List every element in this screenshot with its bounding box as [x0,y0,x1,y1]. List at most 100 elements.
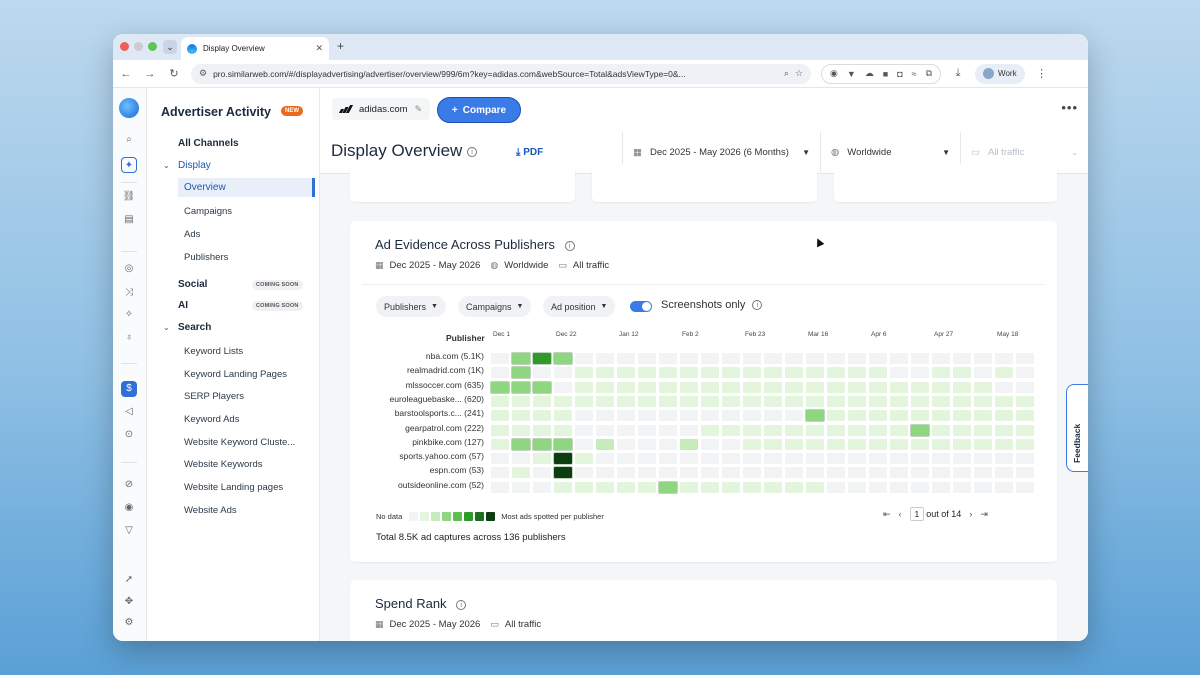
heatmap-cell[interactable] [827,395,845,407]
heatmap-cell[interactable] [638,381,656,393]
extension-icon[interactable]: ≈ [912,69,917,79]
heatmap-cell[interactable] [553,452,573,466]
heatmap-cell[interactable] [974,367,992,379]
heatmap-cell[interactable] [575,467,593,479]
publisher-row-label[interactable]: euroleaguebaske... (620) [389,394,484,404]
heatmap-cell[interactable] [722,381,740,393]
heatmap-cell[interactable] [848,367,866,379]
screenshots-only-toggle[interactable] [630,301,652,312]
publisher-row-label[interactable]: barstoolsports.c... (241) [389,408,484,418]
heatmap-cell[interactable] [806,467,824,479]
heatmap-cell[interactable] [701,438,719,450]
heatmap-cell[interactable] [511,380,531,394]
heatmap-cell[interactable] [890,381,908,393]
gear-icon[interactable]: ⚙ [121,615,137,631]
heatmap-cell[interactable] [533,395,551,407]
heatmap-cell[interactable] [680,438,698,450]
heatmap-cell[interactable] [1016,453,1034,465]
heatmap-cell[interactable] [659,410,677,422]
more-options-icon[interactable]: ••• [1061,100,1078,115]
domain-chip[interactable]: adidas.com ✎ [332,98,431,120]
funnel-icon[interactable]: ▽ [121,523,137,539]
pdf-download-button[interactable]: ⤓ PDF [516,147,543,158]
back-icon[interactable]: ← [119,68,133,80]
heatmap-cell[interactable] [617,395,635,407]
heatmap-cell[interactable] [491,410,509,422]
heatmap-cell[interactable] [911,467,929,479]
heatmap-cell[interactable] [659,424,677,436]
heatmap-cell[interactable] [680,381,698,393]
heatmap-cell[interactable] [764,381,782,393]
prev-page-icon[interactable]: ‹ [899,509,902,519]
search-icon[interactable]: ⌕ [121,132,137,148]
heatmap-cell[interactable] [512,424,530,436]
close-tab-icon[interactable]: ✕ [315,43,323,54]
heatmap-cell[interactable] [932,367,950,379]
heatmap-cell[interactable] [659,367,677,379]
heatmap-cell[interactable] [596,381,614,393]
heatmap-cell[interactable] [910,423,930,437]
heatmap-cell[interactable] [869,367,887,379]
heatmap-cell[interactable] [806,367,824,379]
heatmap-cell[interactable] [491,453,509,465]
heatmap-cell[interactable] [743,424,761,436]
heatmap-cell[interactable] [722,438,740,450]
heatmap-cell[interactable] [722,353,740,364]
heatmap-cell[interactable] [785,467,803,479]
heatmap-cell[interactable] [575,395,593,407]
heatmap-cell[interactable] [617,438,635,450]
heatmap-cell[interactable] [806,438,824,450]
heatmap-cell[interactable] [743,381,761,393]
heatmap-cell[interactable] [701,395,719,407]
heatmap-cell[interactable] [553,352,573,365]
publisher-row-label[interactable]: mlssoccer.com (635) [389,380,484,390]
heatmap-cell[interactable] [869,424,887,436]
heatmap-cell[interactable] [827,381,845,393]
heatmap-cell[interactable] [827,424,845,436]
reload-icon[interactable]: ↻ [167,67,181,80]
heatmap-cell[interactable] [890,353,908,364]
heatmap-cell[interactable] [680,424,698,436]
heatmap-cell[interactable] [764,424,782,436]
heatmap-cell[interactable] [722,453,740,465]
sidebar-item-website-keyword-clusters[interactable]: Website Keyword Cluste... [184,437,295,448]
heatmap-cell[interactable] [911,410,929,422]
heatmap-cell[interactable] [827,481,845,493]
heatmap-cell[interactable] [974,381,992,393]
heatmap-cell[interactable] [617,424,635,436]
heatmap-cell[interactable] [995,481,1013,493]
heatmap-cell[interactable] [658,480,678,494]
heatmap-cell[interactable] [806,395,824,407]
heatmap-cell[interactable] [1016,395,1034,407]
heatmap-cell[interactable] [659,353,677,364]
sparkle-icon[interactable]: ✦ [121,157,137,173]
heatmap-cell[interactable] [617,353,635,364]
heatmap-cell[interactable] [764,467,782,479]
heatmap-cell[interactable] [617,481,635,493]
minimize-window-button[interactable] [134,42,143,51]
heatmap-cell[interactable] [701,410,719,422]
heatmap-cell[interactable] [785,353,803,364]
heatmap-cell[interactable] [680,367,698,379]
heatmap-cell[interactable] [806,381,824,393]
compare-button[interactable]: + Compare [437,97,521,123]
heatmap-cell[interactable] [701,453,719,465]
heatmap-cell[interactable] [659,467,677,479]
heatmap-cell[interactable] [764,367,782,379]
page-number-input[interactable]: 1 [909,507,925,521]
heatmap-cell[interactable] [932,381,950,393]
publisher-row-label[interactable]: nba.com (5.1K) [389,351,484,361]
heatmap-cell[interactable] [890,367,908,379]
heatmap-cell[interactable] [575,438,593,450]
heatmap-cell[interactable] [806,353,824,364]
heatmap-cell[interactable] [785,481,803,493]
target-icon[interactable]: ◉ [121,500,137,516]
heatmap-cell[interactable] [785,395,803,407]
heatmap-cell[interactable] [596,453,614,465]
heatmap-cell[interactable] [995,381,1013,393]
sidebar-item-social[interactable]: Social [178,279,207,290]
heatmap-cell[interactable] [659,438,677,450]
heatmap-cell[interactable] [890,395,908,407]
ai-icon[interactable]: ✧ [121,307,137,323]
publisher-row-label[interactable]: gearpatrol.com (222) [389,423,484,433]
